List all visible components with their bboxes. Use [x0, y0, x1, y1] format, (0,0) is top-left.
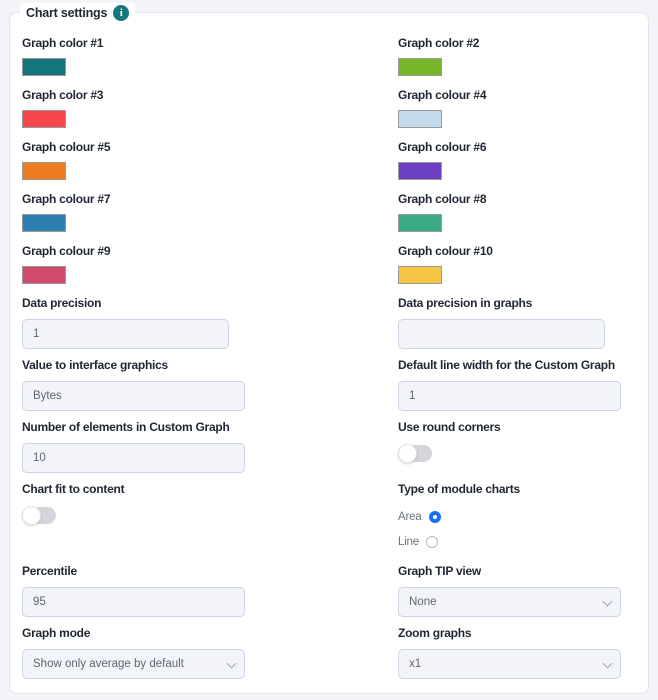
- num-elements-label: Number of elements in Custom Graph: [22, 420, 230, 434]
- option-line-radio[interactable]: [425, 536, 438, 548]
- use-round-corners-group: Use round corners: [398, 420, 501, 463]
- graph-color-3-group: Graph color #3: [22, 88, 103, 128]
- percentile-label: Percentile: [22, 564, 77, 578]
- use-round-corners-toggle-knob: [398, 444, 417, 463]
- graph-colour-4-swatch[interactable]: [398, 110, 442, 128]
- graph-colour-7-group: Graph colour #7: [22, 192, 111, 232]
- graph-colour-9-label: Graph colour #9: [22, 244, 111, 258]
- graph-colour-4-group: Graph colour #4: [398, 88, 487, 128]
- graph-colour-10-swatch[interactable]: [398, 266, 442, 284]
- graph-color-2-label: Graph color #2: [398, 36, 480, 50]
- panel-title: Chart settings: [26, 5, 108, 20]
- chart-fit-group: Chart fit to content: [22, 482, 125, 525]
- graph-tip-view-value: None: [398, 587, 621, 617]
- graph-color-1-group: Graph color #1: [22, 36, 103, 76]
- chart-settings-page: Chart settings i Graph color #1 Graph co…: [0, 0, 658, 700]
- graph-color-3-label: Graph color #3: [22, 88, 104, 102]
- value-interface-graphics-group: Value to interface graphics: [22, 358, 245, 411]
- data-precision-graphs-label: Data precision in graphs: [398, 296, 533, 310]
- chart-fit-label: Chart fit to content: [22, 482, 125, 496]
- graph-colour-7-swatch[interactable]: [22, 214, 66, 232]
- option-line-label: Line: [398, 536, 419, 548]
- graph-mode-label: Graph mode: [22, 626, 91, 640]
- default-line-width-label: Default line width for the Custom Graph: [398, 358, 615, 372]
- graph-colour-8-label: Graph colour #8: [398, 192, 487, 206]
- info-icon[interactable]: i: [113, 5, 130, 21]
- data-precision-label: Data precision: [22, 296, 102, 310]
- graph-color-1-swatch[interactable]: [22, 58, 66, 76]
- data-precision-graphs-group: Data precision in graphs: [398, 296, 605, 349]
- use-round-corners-label: Use round corners: [398, 420, 501, 434]
- graph-mode-group: Graph mode Show only average by default: [22, 626, 245, 679]
- zoom-graphs-value: x1: [398, 649, 621, 679]
- option-area-radio[interactable]: [428, 511, 441, 523]
- default-line-width-input[interactable]: [398, 381, 621, 411]
- percentile-group: Percentile: [22, 564, 245, 617]
- graph-mode-value: Show only average by default: [22, 649, 245, 679]
- option-area-label: Area: [398, 511, 422, 523]
- panel-legend: Chart settings i: [20, 3, 136, 23]
- graph-colour-5-label: Graph colour #5: [22, 140, 111, 154]
- chart-fit-toggle[interactable]: [22, 506, 56, 525]
- graph-tip-view-select[interactable]: None: [398, 587, 621, 617]
- default-line-width-group: Default line width for the Custom Graph: [398, 358, 621, 411]
- zoom-graphs-label: Zoom graphs: [398, 626, 472, 640]
- graph-colour-6-group: Graph colour #6: [398, 140, 487, 180]
- graph-colour-9-group: Graph colour #9: [22, 244, 111, 284]
- data-precision-group: Data precision: [22, 296, 229, 349]
- value-interface-graphics-input[interactable]: [22, 381, 245, 411]
- type-module-charts-option-line[interactable]: Line: [398, 533, 520, 551]
- graph-colour-5-swatch[interactable]: [22, 162, 66, 180]
- chart-settings-panel: Chart settings i Graph color #1 Graph co…: [9, 3, 649, 694]
- use-round-corners-toggle[interactable]: [398, 444, 432, 463]
- graph-color-1-label: Graph color #1: [22, 36, 104, 50]
- type-module-charts-option-area[interactable]: Area: [398, 508, 520, 526]
- value-interface-graphics-label: Value to interface graphics: [22, 358, 168, 372]
- num-elements-input[interactable]: [22, 443, 245, 473]
- zoom-graphs-group: Zoom graphs x1: [398, 626, 621, 679]
- percentile-input[interactable]: [22, 587, 245, 617]
- graph-color-3-swatch[interactable]: [22, 110, 66, 128]
- graph-colour-7-label: Graph colour #7: [22, 192, 111, 206]
- graph-colour-8-group: Graph colour #8: [398, 192, 487, 232]
- data-precision-input[interactable]: [22, 319, 229, 349]
- graph-color-2-swatch[interactable]: [398, 58, 442, 76]
- chart-fit-toggle-knob: [22, 506, 41, 525]
- graph-colour-8-swatch[interactable]: [398, 214, 442, 232]
- type-module-charts-group: Type of module charts Area Line: [398, 482, 520, 551]
- graph-mode-select[interactable]: Show only average by default: [22, 649, 245, 679]
- graph-colour-9-swatch[interactable]: [22, 266, 66, 284]
- graph-tip-view-label: Graph TIP view: [398, 564, 481, 578]
- graph-colour-10-label: Graph colour #10: [398, 244, 493, 258]
- graph-colour-10-group: Graph colour #10: [398, 244, 493, 284]
- num-elements-group: Number of elements in Custom Graph: [22, 420, 245, 473]
- graph-colour-6-swatch[interactable]: [398, 162, 442, 180]
- graph-tip-view-group: Graph TIP view None: [398, 564, 621, 617]
- graph-colour-5-group: Graph colour #5: [22, 140, 111, 180]
- graph-colour-6-label: Graph colour #6: [398, 140, 487, 154]
- zoom-graphs-select[interactable]: x1: [398, 649, 621, 679]
- type-module-charts-label: Type of module charts: [398, 482, 520, 496]
- data-precision-graphs-input[interactable]: [398, 319, 605, 349]
- graph-colour-4-label: Graph colour #4: [398, 88, 487, 102]
- graph-color-2-group: Graph color #2: [398, 36, 479, 76]
